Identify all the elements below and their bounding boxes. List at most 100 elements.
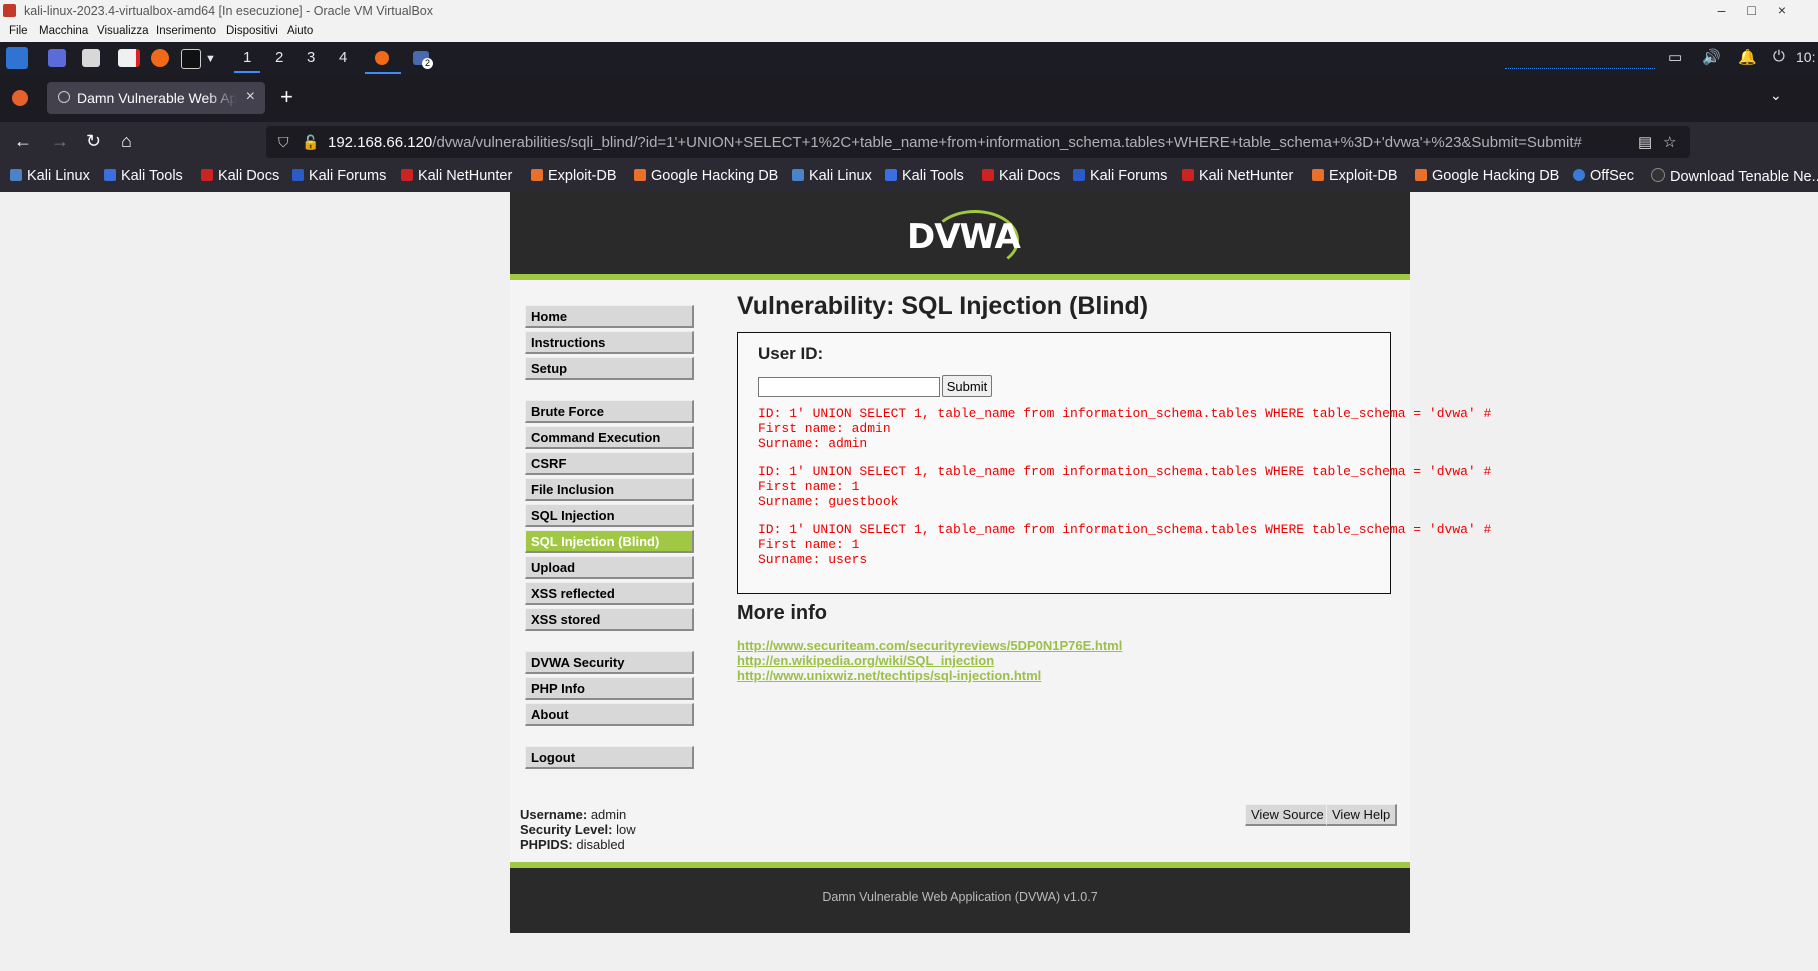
more-info-heading: More info: [737, 602, 827, 624]
menu-xss-reflected[interactable]: XSS reflected: [525, 582, 694, 605]
link-securiteam[interactable]: http://www.securiteam.com/securityreview…: [737, 638, 1122, 653]
menu-aiuto[interactable]: Aiuto: [287, 25, 313, 37]
bookmark-kali-docs[interactable]: Kali Docs: [201, 168, 279, 184]
url-text[interactable]: 192.168.66.120/dvwa/vulnerabilities/sqli…: [328, 134, 1582, 151]
menu-xss-stored[interactable]: XSS stored: [525, 608, 694, 631]
virtualbox-menu-bar: File Macchina Visualizza Inserimento Dis…: [0, 22, 1818, 43]
menu-dvwa-security[interactable]: DVWA Security: [525, 651, 694, 674]
bookmark-exploit-db[interactable]: Exploit-DB: [531, 168, 617, 184]
logo-text: DVWA: [907, 217, 1021, 257]
menu-file[interactable]: File: [9, 25, 28, 37]
menu-home[interactable]: Home: [525, 305, 694, 328]
view-source-button[interactable]: View Source: [1245, 804, 1331, 826]
firefox-view-icon[interactable]: [12, 90, 28, 106]
page-title: Vulnerability: SQL Injection (Blind): [737, 292, 1149, 320]
menu-logout[interactable]: Logout: [525, 746, 694, 769]
link-wikipedia[interactable]: http://en.wikipedia.org/wiki/SQL_injecti…: [737, 653, 994, 668]
view-help-button[interactable]: View Help: [1326, 804, 1398, 826]
bookmark-download-tenable[interactable]: Download Tenable Ne...: [1651, 168, 1818, 185]
reload-icon[interactable]: ↻: [86, 131, 101, 152]
security-level-row: Security Level: low: [520, 822, 636, 837]
bookmark-google-hacking-db-2[interactable]: Google Hacking DB: [1415, 168, 1559, 184]
menu-csrf[interactable]: CSRF: [525, 452, 694, 475]
bookmark-exploit-db-2[interactable]: Exploit-DB: [1312, 168, 1398, 184]
notification-bell-icon[interactable]: 🔔: [1738, 48, 1757, 66]
workspace-4[interactable]: 4: [339, 49, 347, 66]
home-icon[interactable]: ⌂: [121, 131, 132, 152]
display-icon[interactable]: ▭: [1668, 48, 1682, 66]
bookmark-kali-docs-2[interactable]: Kali Docs: [982, 168, 1060, 184]
session-info: Username: admin Security Level: low PHPI…: [520, 807, 636, 852]
clock: 10:: [1796, 49, 1816, 65]
window-title: kali-linux-2023.4-virtualbox-amd64 [In e…: [24, 4, 433, 18]
menu-php-info[interactable]: PHP Info: [525, 677, 694, 700]
menu-visualizza[interactable]: Visualizza: [97, 25, 149, 37]
reader-view-icon[interactable]: ▤: [1638, 133, 1652, 151]
menu-setup[interactable]: Setup: [525, 357, 694, 380]
virtualbox-title-bar: kali-linux-2023.4-virtualbox-amd64 [In e…: [0, 0, 1818, 22]
user-id-label: User ID:: [758, 344, 824, 363]
bookmark-google-hacking-db[interactable]: Google Hacking DB: [634, 168, 778, 184]
menu-inserimento[interactable]: Inserimento: [156, 25, 216, 37]
submit-button[interactable]: Submit: [942, 375, 992, 397]
firefox-icon[interactable]: [151, 49, 169, 67]
menu-macchina[interactable]: Macchina: [39, 25, 88, 37]
tab-title: Damn Vulnerable Web Ap: [77, 90, 237, 106]
workspace-3[interactable]: 3: [307, 49, 315, 66]
forward-icon[interactable]: →: [51, 131, 69, 152]
menu-about[interactable]: About: [525, 703, 694, 726]
bookmark-kali-tools[interactable]: Kali Tools: [104, 168, 183, 184]
back-icon[interactable]: ←: [14, 131, 32, 152]
menu-sql-injection[interactable]: SQL Injection: [525, 504, 694, 527]
new-tab-icon[interactable]: +: [280, 84, 293, 110]
terminal-icon[interactable]: [181, 49, 201, 69]
result-2: ID: 1' UNION SELECT 1, table_name from i…: [758, 464, 1492, 509]
kali-menu-icon[interactable]: [6, 47, 28, 69]
workspace-1[interactable]: 1: [233, 49, 262, 73]
phpids-row: PHPIDS: disabled: [520, 837, 625, 852]
username-value: admin: [590, 807, 627, 822]
menu-instructions[interactable]: Instructions: [525, 331, 694, 354]
close-tab-icon[interactable]: ×: [246, 88, 255, 106]
menu-sql-injection-blind[interactable]: SQL Injection (Blind): [525, 530, 694, 553]
tab-dvwa[interactable]: Damn Vulnerable Web Ap ×: [47, 82, 265, 114]
workspace-2[interactable]: 2: [275, 49, 283, 66]
user-id-input[interactable]: [758, 377, 940, 397]
dvwa-header: DVWA: [510, 192, 1410, 280]
menu-upload[interactable]: Upload: [525, 556, 694, 579]
power-icon[interactable]: ⏻: [1773, 48, 1785, 65]
bookmark-kali-nethunter[interactable]: Kali NetHunter: [401, 168, 512, 184]
list-tabs-chevron-icon[interactable]: ⌄: [1770, 87, 1782, 104]
menu-file-inclusion[interactable]: File Inclusion: [525, 478, 694, 501]
bookmark-star-icon[interactable]: ☆: [1663, 133, 1676, 151]
footer-text: Damn Vulnerable Web Application (DVWA) v…: [822, 890, 1098, 904]
kali-panel: ▼ 1 2 3 4 2 ▭ 🔊 🔔 ⏻ 10:: [0, 42, 1818, 74]
file-manager-icon[interactable]: [82, 49, 100, 67]
link-unixwiz[interactable]: http://www.unixwiz.net/techtips/sql-inje…: [737, 668, 1041, 683]
bookmark-kali-linux[interactable]: Kali Linux: [10, 168, 90, 184]
security-level-value: low: [616, 822, 636, 837]
menu-command-execution[interactable]: Command Execution: [525, 426, 694, 449]
menu-brute-force[interactable]: Brute Force: [525, 400, 694, 423]
url-host: 192.168.66.120: [328, 134, 433, 151]
tracking-shield-icon[interactable]: ⛉: [278, 134, 289, 151]
url-bar[interactable]: ⛉ 🔓 192.168.66.120/dvwa/vulnerabilities/…: [266, 126, 1690, 158]
menu-dispositivi[interactable]: Dispositivi: [226, 25, 278, 37]
bookmark-kali-linux-2[interactable]: Kali Linux: [792, 168, 872, 184]
chevron-down-icon[interactable]: ▼: [205, 53, 216, 65]
result-3: ID: 1' UNION SELECT 1, table_name from i…: [758, 522, 1492, 567]
bookmark-kali-tools-2[interactable]: Kali Tools: [885, 168, 964, 184]
firefox-task-icon[interactable]: [375, 51, 389, 65]
text-editor-icon[interactable]: [118, 49, 140, 67]
dvwa-logo: DVWA: [907, 210, 1021, 270]
desktop-icon[interactable]: [48, 49, 66, 67]
bookmark-offsec[interactable]: OffSec: [1573, 168, 1634, 184]
insecure-lock-icon[interactable]: 🔓: [302, 134, 319, 151]
bookmark-kali-nethunter-2[interactable]: Kali NetHunter: [1182, 168, 1293, 184]
result-1: ID: 1' UNION SELECT 1, table_name from i…: [758, 406, 1492, 451]
bookmark-kali-forums[interactable]: Kali Forums: [292, 168, 386, 184]
page-viewport: DVWA Home Instructions Setup Brute Force…: [0, 192, 1818, 971]
volume-icon[interactable]: 🔊: [1702, 48, 1721, 66]
bookmark-kali-forums-2[interactable]: Kali Forums: [1073, 168, 1167, 184]
window-controls[interactable]: –□×: [1718, 2, 1808, 18]
